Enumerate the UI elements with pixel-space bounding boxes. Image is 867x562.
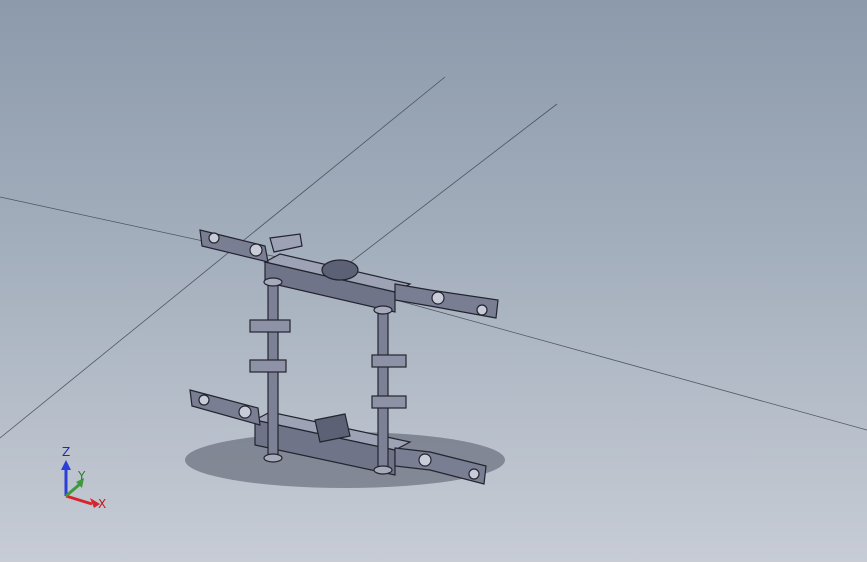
z-axis-arrow bbox=[61, 460, 71, 470]
reference-lines bbox=[0, 76, 867, 439]
left-tube-collar-top bbox=[263, 277, 283, 287]
right-tube-collar-top bbox=[373, 305, 393, 315]
left-tube-bracket-upper bbox=[249, 319, 291, 333]
y-axis bbox=[65, 482, 81, 498]
rear-right-pivot bbox=[431, 291, 445, 305]
left-tube-collar-bottom bbox=[263, 453, 283, 463]
graphics-viewport[interactable]: Z Y X bbox=[0, 0, 867, 562]
front-left-pivot bbox=[198, 394, 210, 406]
right-tube-bracket-upper bbox=[371, 354, 407, 368]
z-axis-label: Z bbox=[62, 445, 70, 459]
x-axis bbox=[65, 494, 93, 506]
model-scene[interactable] bbox=[0, 0, 867, 562]
right-tube-collar-bottom bbox=[373, 465, 393, 475]
front-right-pivot bbox=[418, 453, 432, 467]
y-axis-label: Y bbox=[77, 469, 86, 483]
rear-left-mount bbox=[269, 233, 303, 253]
right-longitudinal-tube[interactable] bbox=[377, 309, 389, 471]
x-axis-label: X bbox=[98, 497, 106, 511]
rear-left-pivot bbox=[208, 232, 220, 244]
view-orientation-triad: Z Y X bbox=[48, 440, 112, 516]
right-tube-bracket-lower bbox=[371, 395, 407, 409]
rear-center-boss bbox=[321, 259, 359, 281]
left-tube-bracket-lower bbox=[249, 359, 287, 373]
